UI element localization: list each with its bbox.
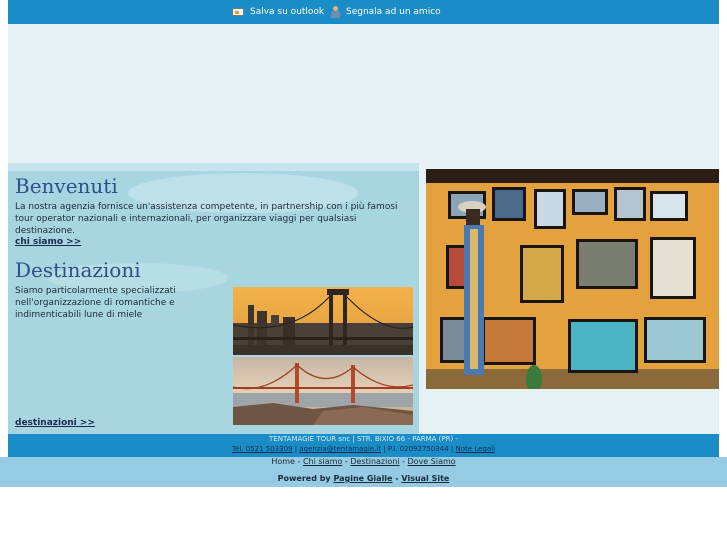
- mail-icon: [232, 8, 244, 16]
- golden-gate-photo: [233, 357, 413, 425]
- chi-siamo-link[interactable]: chi siamo >>: [15, 237, 81, 247]
- page: Salva su outlook Segnala ad un amico Ben…: [0, 0, 727, 545]
- destinazioni-heading: Destinazioni: [15, 258, 141, 282]
- separator: |: [294, 445, 298, 453]
- vat-number: P.I. 02092750344: [387, 445, 449, 453]
- panel-top-strip: [8, 163, 419, 171]
- save-outlook-label[interactable]: Salva su outlook: [250, 7, 324, 17]
- separator: -: [402, 457, 405, 466]
- email-link[interactable]: agenzia@tentamagie.it: [299, 445, 381, 453]
- separator: -: [344, 457, 348, 466]
- tell-friend-label[interactable]: Segnala ad un amico: [346, 7, 441, 17]
- nav-dove-siamo[interactable]: Dove Siamo: [408, 457, 456, 466]
- top-bar: Salva su outlook Segnala ad un amico: [8, 0, 719, 24]
- tell-friend-link[interactable]: Segnala ad un amico: [330, 5, 441, 19]
- footer-bar: TENTAMAGIE TOUR snc | STR. BIXIO 66 - PA…: [8, 434, 719, 457]
- powered-by-prefix: Powered by: [277, 474, 331, 483]
- separator: -: [297, 457, 301, 466]
- save-outlook-link[interactable]: Salva su outlook: [232, 5, 324, 19]
- separator: |: [383, 445, 386, 453]
- destinazioni-link[interactable]: destinazioni >>: [15, 418, 95, 428]
- person-icon: [330, 6, 340, 18]
- legal-notes-link[interactable]: Note Legali: [456, 445, 496, 453]
- nav-home[interactable]: Home: [271, 457, 295, 466]
- footer-contacts: Tel. 0521 503309 | agenzia@tentamagie.it…: [8, 445, 719, 453]
- separator: |: [450, 445, 454, 453]
- benvenuti-text: La nostra agenzia fornisce un'assistenza…: [15, 202, 398, 236]
- powered-by: Powered by Pagine Gialle - Visual Site: [0, 469, 727, 487]
- nav-destinazioni[interactable]: Destinazioni: [350, 457, 399, 466]
- separator: -: [395, 474, 399, 483]
- pagine-gialle-link[interactable]: Pagine Gialle: [333, 474, 392, 483]
- bottom-nav: Home - Chi siamo - Destinazioni - Dove S…: [0, 457, 727, 469]
- nav-chi-siamo[interactable]: Chi siamo: [303, 457, 342, 466]
- visual-site-link[interactable]: Visual Site: [401, 474, 449, 483]
- benvenuti-heading: Benvenuti: [15, 174, 118, 198]
- agency-interior-photo: [426, 169, 719, 389]
- destinazioni-text: Siamo particolarmente specializzati nell…: [15, 286, 176, 320]
- phone-link[interactable]: Tel. 0521 503309: [232, 445, 293, 453]
- company-address: TENTAMAGIE TOUR snc | STR. BIXIO 66 - PA…: [269, 435, 458, 443]
- brooklyn-bridge-photo: [233, 287, 413, 355]
